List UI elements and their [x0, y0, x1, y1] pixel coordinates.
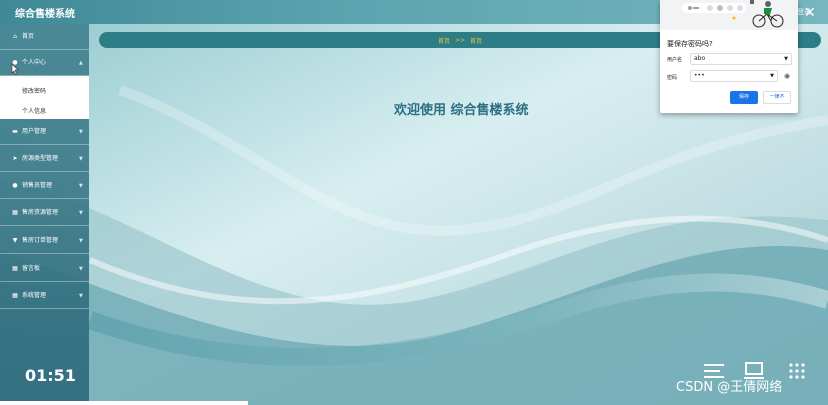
- welcome-heading: 欢迎使用 综合售楼系统: [394, 103, 529, 118]
- person-icon: ●: [12, 182, 18, 189]
- table-icon: ▬: [12, 128, 18, 135]
- sidebar-item-user-management[interactable]: ▬ 用户管理 ▼: [0, 119, 89, 145]
- sidebar-item-label: 个人中心: [22, 59, 47, 66]
- password-value: •••: [694, 72, 705, 79]
- chevron-down-icon: ▼: [79, 156, 83, 162]
- sidebar-item-label: 房源类型管理: [22, 155, 59, 162]
- clock: 01:51: [25, 366, 76, 385]
- sidebar-item-home[interactable]: ⌂ 首页: [0, 24, 89, 50]
- mouse-cursor-icon: [11, 64, 19, 75]
- grid-dots-icon[interactable]: [788, 362, 806, 380]
- dropdown-arrow-icon[interactable]: ▼: [784, 54, 788, 64]
- grid-icon: ▦: [12, 209, 18, 216]
- username-value: abo: [694, 55, 706, 62]
- app-title: 综合售楼系统: [15, 9, 75, 20]
- sidebar-item-label: 用户管理: [22, 128, 47, 135]
- chevron-down-icon: ▼: [79, 293, 83, 299]
- sidebar-item-label: 售房订单管理: [22, 237, 59, 244]
- password-label: 密码: [667, 75, 678, 81]
- breadcrumb-home[interactable]: 首页: [438, 36, 450, 45]
- popup-question: 要保存密码吗?: [667, 40, 713, 48]
- breadcrumb-current: 首页: [470, 37, 483, 45]
- sidebar-item-house-order-management[interactable]: ▼ 售房订单管理 ▼: [0, 228, 89, 254]
- chevron-down-icon: ▼: [79, 129, 83, 135]
- submenu-item-personal-info[interactable]: 个人信息: [22, 106, 46, 115]
- submenu-personal-center: 修改密码 个人信息: [0, 76, 89, 119]
- chevron-down-icon: ▼: [79, 266, 83, 272]
- sidebar-item-label: 留言板: [22, 265, 41, 272]
- sidebar-item-label: 系统管理: [22, 292, 47, 299]
- sidebar-item-house-resource-management[interactable]: ▦ 售房资源管理 ▼: [0, 200, 89, 226]
- grid-icon: ▦: [12, 265, 18, 272]
- sidebar-item-label: 售房资源管理: [22, 209, 59, 216]
- home-icon: ⌂: [13, 33, 17, 40]
- watermark: CSDN @王倩网络: [676, 380, 783, 395]
- sidebar-item-message-board[interactable]: ▦ 留言板 ▼: [0, 256, 89, 282]
- dropdown-arrow-icon[interactable]: ▼: [770, 71, 774, 81]
- video-progress-bar[interactable]: [0, 401, 249, 405]
- plane-icon: ➤: [12, 155, 18, 162]
- sidebar-item-house-type-management[interactable]: ➤ 房源类型管理 ▼: [0, 146, 89, 172]
- chevron-up-icon: ▲: [79, 60, 83, 66]
- chevron-down-icon: ▼: [79, 210, 83, 216]
- breadcrumb-separator: >>: [454, 36, 466, 44]
- sidebar-item-system-management[interactable]: ▦ 系统管理 ▼: [0, 283, 89, 309]
- chevron-down-icon: ▼: [79, 183, 83, 189]
- sidebar-item-salesperson-management[interactable]: ● 销售员管理 ▼: [0, 173, 89, 199]
- close-icon[interactable]: ✕: [804, 6, 816, 20]
- sidebar-item-label: 销售员管理: [22, 182, 53, 189]
- chevron-down-icon: ▼: [79, 238, 83, 244]
- password-field[interactable]: ••• ▼: [690, 70, 778, 82]
- username-label: 用户名: [667, 57, 683, 63]
- never-save-button[interactable]: 一律不: [763, 91, 791, 104]
- username-field[interactable]: abo ▼: [690, 53, 792, 65]
- save-password-button[interactable]: 保存: [730, 91, 758, 104]
- sidebar-item-label: 首页: [22, 33, 35, 40]
- eye-icon[interactable]: ◉: [784, 72, 790, 80]
- submenu-item-change-password[interactable]: 修改密码: [22, 86, 46, 95]
- password-illustration-icon: [660, 0, 798, 30]
- pin-icon: ▼: [12, 237, 18, 244]
- grid-icon: ▦: [12, 292, 18, 299]
